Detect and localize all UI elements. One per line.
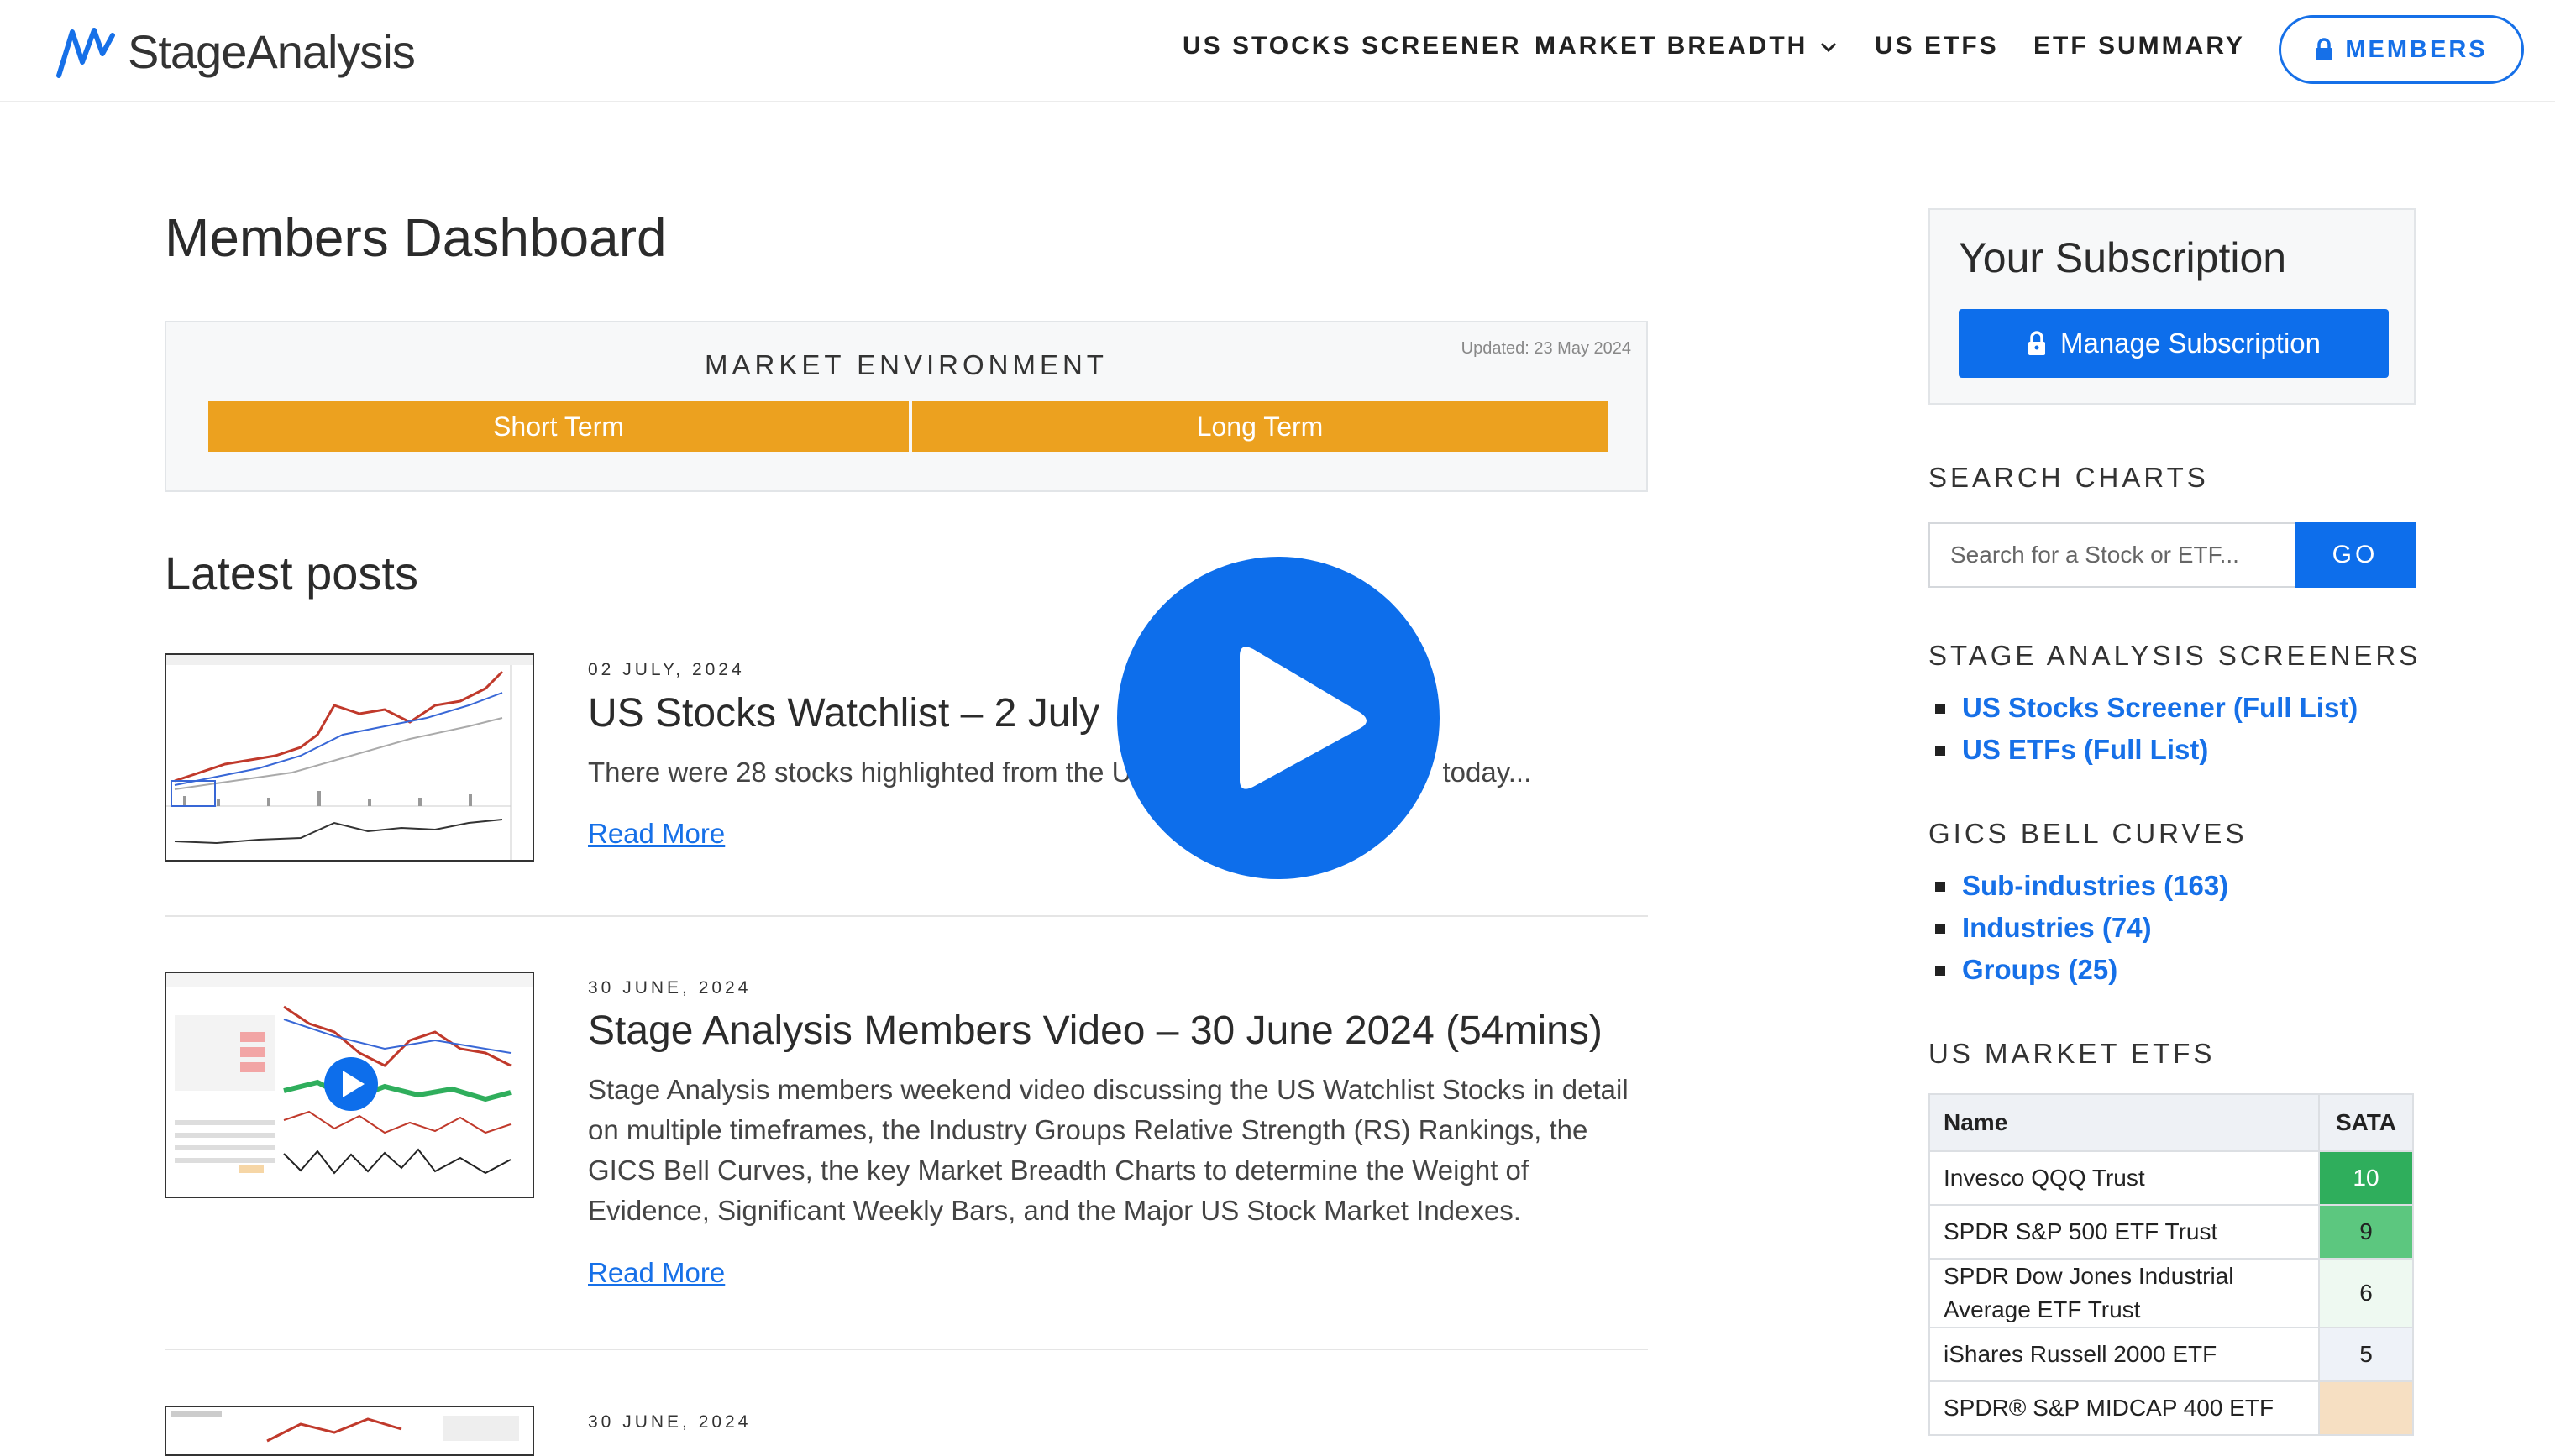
post-excerpt-start: There were 28 stocks highlighted from th… (588, 757, 1132, 788)
etf-table-body: Invesco QQQ Trust 10 SPDR S&P 500 ETF Trus… (1928, 1150, 2414, 1436)
post-thumbnail-stock-chart[interactable] (165, 653, 534, 862)
sata-score-cell: 9 (2318, 1204, 2414, 1260)
sata-score-cell (2318, 1380, 2414, 1436)
gics-link-label: Industries (74) (1962, 912, 2152, 943)
table-row[interactable]: SPDR® S&P MIDCAP 400 ETF (1928, 1380, 2414, 1436)
nav-us-etfs[interactable]: US ETFS (1875, 32, 1999, 60)
screener-link-us-stocks[interactable]: US Stocks Screener (Full List) (1928, 687, 2358, 729)
etf-table: Name SATA Invesco QQQ Trust 10 SPDR S&P 50… (1928, 1093, 2414, 1436)
search-input[interactable] (1928, 522, 2295, 588)
screeners-heading: STAGE ANALYSIS SCREENERS (1928, 640, 2421, 671)
site-logo[interactable]: StageAnalysis (54, 24, 416, 79)
short-term-status: Short Term (208, 401, 909, 452)
post-thumbnail-video[interactable] (165, 972, 534, 1198)
long-term-label: Long Term (1196, 411, 1324, 442)
play-icon (1240, 647, 1367, 789)
column-header-sata[interactable]: SATA (2318, 1093, 2414, 1152)
post-date: 02 JULY, 2024 (588, 660, 745, 679)
post-thumbnail-stock-chart[interactable] (165, 1406, 534, 1456)
market-environment-heading: MARKET ENVIRONMENT (705, 349, 1108, 380)
gics-link-sub-industries[interactable]: Sub-industries (163) (1928, 865, 2228, 907)
gics-link-label: Groups (25) (1962, 954, 2118, 985)
nav-market-breadth[interactable]: MARKET BREADTH (1535, 32, 1838, 60)
subscription-title: Your Subscription (1959, 234, 2287, 281)
etf-name-cell[interactable]: iShares Russell 2000 ETF (1928, 1327, 2320, 1382)
post-title[interactable]: Stage Analysis Members Video – 30 June 2… (588, 1008, 1603, 1054)
stage-chart-logo-icon (56, 28, 115, 78)
gics-bell-curves-heading: GICS BELL CURVES (1928, 818, 2248, 849)
latest-posts-heading: Latest posts (165, 547, 418, 600)
etf-name-cell[interactable]: Invesco QQQ Trust (1928, 1150, 2320, 1206)
search-charts-heading: SEARCH CHARTS (1928, 462, 2209, 493)
search-go-button[interactable]: GO (2295, 522, 2416, 588)
chevron-down-icon (1821, 43, 1837, 53)
lock-icon (2316, 38, 2333, 60)
gics-link-industries[interactable]: Industries (74) (1928, 907, 2228, 949)
bullet (1935, 882, 1945, 892)
page-title: Members Dashboard (165, 207, 667, 268)
us-market-etfs-heading: US MARKET ETFS (1928, 1038, 2216, 1069)
gics-link-groups[interactable]: Groups (25) (1928, 949, 2228, 991)
etf-name-cell[interactable]: SPDR® S&P MIDCAP 400 ETF (1928, 1380, 2320, 1436)
column-header-name[interactable]: Name (1928, 1093, 2320, 1152)
read-more-link[interactable]: Read More (588, 1257, 725, 1289)
stock-chart-thumbnail-image (166, 655, 533, 860)
read-more-link[interactable]: Read More (588, 818, 725, 850)
nav-us-stocks-screener[interactable]: US STOCKS SCREENER (1183, 32, 1522, 60)
post-divider (165, 915, 1648, 917)
post-excerpt-end: today... (1442, 757, 1532, 788)
bullet (1935, 924, 1945, 934)
gics-list: Sub-industries (163) Industries (74) Gro… (1928, 865, 2228, 991)
go-label: GO (2332, 541, 2379, 568)
logo-text: StageAnalysis (128, 24, 416, 78)
etf-name-cell[interactable]: SPDR S&P 500 ETF Trust (1928, 1204, 2320, 1260)
nav-etf-summary[interactable]: ETF SUMMARY (2033, 32, 2245, 60)
market-environment-panel: Updated: 23 May 2024 MARKET ENVIRONMENT … (165, 321, 1648, 492)
manage-subscription-button[interactable]: Manage Subscription (1959, 309, 2389, 378)
screener-link-label: US Stocks Screener (Full List) (1962, 692, 2358, 723)
members-button[interactable]: MEMBERS (2279, 15, 2524, 84)
members-label: MEMBERS (2345, 35, 2488, 63)
screener-link-us-etfs[interactable]: US ETFs (Full List) (1928, 729, 2358, 771)
post-divider (165, 1349, 1648, 1350)
lock-icon (2028, 331, 2045, 355)
stock-chart-thumbnail-image (166, 1407, 533, 1454)
subscription-panel: Your Subscription Manage Subscription (1928, 208, 2416, 405)
sata-score-cell: 6 (2318, 1258, 2414, 1328)
top-navigation-bar: StageAnalysis US STOCKS SCREENER MARKET … (0, 0, 2555, 102)
gics-link-label: Sub-industries (163) (1962, 870, 2229, 901)
table-header-row: Name SATA (1928, 1093, 2414, 1152)
table-row[interactable]: iShares Russell 2000 ETF 5 (1928, 1327, 2414, 1382)
bullet (1935, 966, 1945, 976)
post-date: 30 JUNE, 2024 (588, 1412, 752, 1432)
video-thumbnail-image (166, 973, 533, 1197)
video-play-button[interactable] (1117, 557, 1440, 879)
short-term-label: Short Term (493, 411, 624, 442)
post-excerpt: Stage Analysis members weekend video dis… (588, 1074, 1629, 1226)
table-row[interactable]: SPDR S&P 500 ETF Trust 9 (1928, 1204, 2414, 1260)
nav-market-breadth-label: MARKET BREADTH (1535, 32, 1808, 60)
table-row[interactable]: SPDR Dow Jones Industrial Average ETF Tr… (1928, 1258, 2414, 1328)
long-term-status: Long Term (912, 401, 1608, 452)
post-date: 30 JUNE, 2024 (588, 978, 752, 998)
manage-subscription-label: Manage Subscription (2059, 327, 2322, 359)
table-row[interactable]: Invesco QQQ Trust 10 (1928, 1150, 2414, 1206)
bullet (1935, 746, 1945, 756)
post-title[interactable]: US Stocks Watchlist – 2 July (588, 690, 1099, 736)
etf-name-cell[interactable]: SPDR Dow Jones Industrial Average ETF Tr… (1928, 1258, 2320, 1328)
screeners-list: US Stocks Screener (Full List) US ETFs (… (1928, 687, 2358, 771)
sata-score-cell: 5 (2318, 1327, 2414, 1382)
screener-link-label: US ETFs (Full List) (1962, 734, 2209, 765)
bullet (1935, 704, 1945, 714)
sata-score-cell: 10 (2318, 1150, 2414, 1206)
